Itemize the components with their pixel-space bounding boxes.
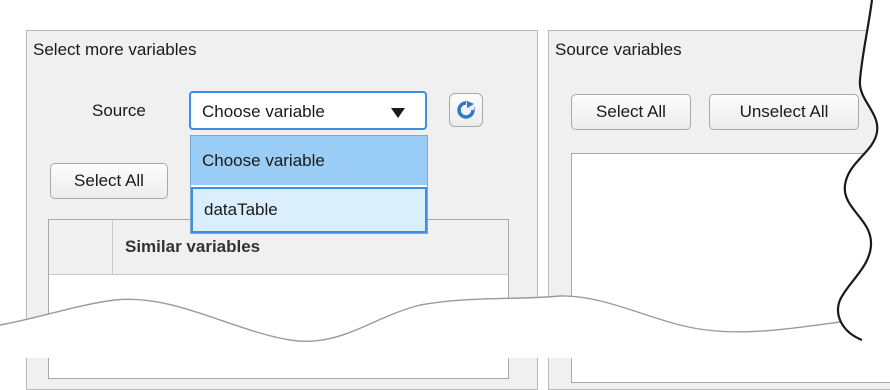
torn-edge-overlay [0,0,890,358]
